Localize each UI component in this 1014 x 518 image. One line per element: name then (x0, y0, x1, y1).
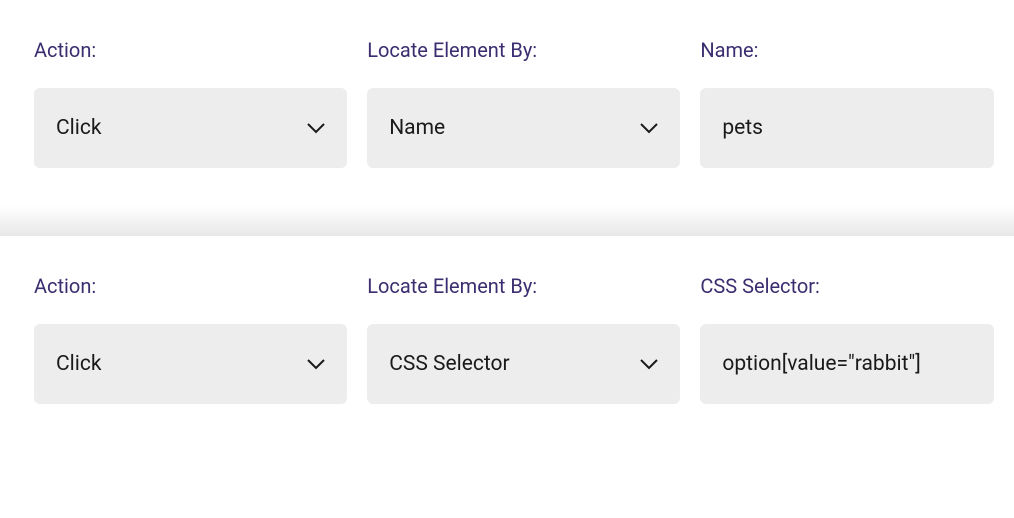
action-field: Action: Click (34, 38, 347, 168)
locate-by-select[interactable]: Name (367, 88, 680, 168)
form-row: Action: Click Locate Element By: Name Na… (34, 38, 994, 168)
chevron-down-icon (640, 122, 658, 134)
section-divider (0, 206, 1014, 236)
param-label: CSS Selector: (700, 274, 994, 298)
action-select-value: Click (56, 352, 102, 376)
chevron-down-icon (640, 358, 658, 370)
form-section-1: Action: Click Locate Element By: Name Na… (0, 0, 1014, 206)
param-input[interactable] (700, 88, 994, 168)
form-section-2: Action: Click Locate Element By: CSS Sel… (0, 236, 1014, 442)
chevron-down-icon (307, 358, 325, 370)
param-field: CSS Selector: (700, 274, 994, 404)
action-select[interactable]: Click (34, 324, 347, 404)
param-input[interactable] (700, 324, 994, 404)
action-field: Action: Click (34, 274, 347, 404)
locate-by-field: Locate Element By: Name (367, 38, 680, 168)
chevron-down-icon (307, 122, 325, 134)
action-label: Action: (34, 274, 347, 298)
locate-by-select-value: CSS Selector (389, 352, 509, 376)
form-row: Action: Click Locate Element By: CSS Sel… (34, 274, 994, 404)
action-label: Action: (34, 38, 347, 62)
locate-by-select[interactable]: CSS Selector (367, 324, 680, 404)
locate-by-label: Locate Element By: (367, 38, 680, 62)
param-label: Name: (700, 38, 994, 62)
param-field: Name: (700, 38, 994, 168)
action-select-value: Click (56, 116, 102, 140)
locate-by-field: Locate Element By: CSS Selector (367, 274, 680, 404)
locate-by-label: Locate Element By: (367, 274, 680, 298)
locate-by-select-value: Name (389, 116, 445, 140)
action-select[interactable]: Click (34, 88, 347, 168)
